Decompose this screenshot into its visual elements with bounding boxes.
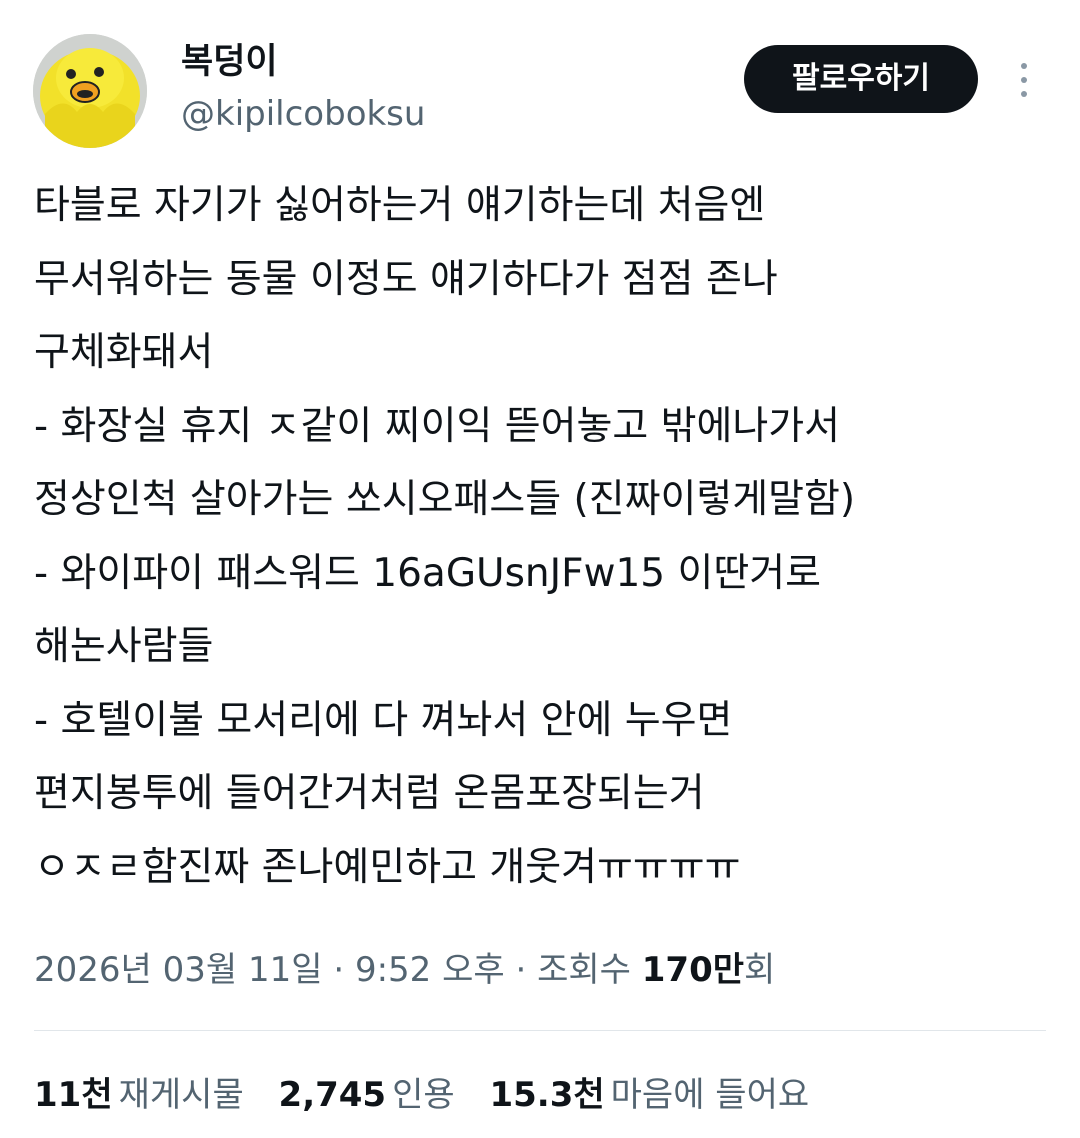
- likes-label: 마음에 들어요: [610, 1075, 810, 1115]
- more-icon-dot: [1021, 91, 1027, 97]
- likes-count: 15.3천: [489, 1075, 605, 1115]
- tweet-time[interactable]: 9:52 오후: [355, 950, 505, 990]
- more-icon[interactable]: [1004, 58, 1044, 102]
- tweet-text: 타블로 자기가 싫어하는거 얘기하는데 처음엔 무서워하는 동물 이정도 얘기하…: [34, 178, 1054, 913]
- follow-button[interactable]: 팔로우하기: [744, 45, 978, 113]
- retweets-count: 11천: [34, 1075, 113, 1115]
- tweet-text-line: 해논사람들: [34, 624, 214, 669]
- tweet-header: 복덩이 @kipilcoboksu 팔로우하기: [0, 0, 1080, 160]
- quotes-count: 2,745: [278, 1075, 387, 1115]
- tweet-text-line: ㅇㅈㄹ함진짜 존나예민하고 개웃겨ㅠㅠㅠㅠ: [34, 844, 741, 890]
- meta-separator: ·: [504, 950, 538, 990]
- meta-separator: ·: [322, 950, 355, 990]
- display-name[interactable]: 복덩이: [181, 40, 278, 84]
- views-label: 조회수: [537, 950, 642, 990]
- chick-avatar-icon: [33, 34, 147, 148]
- tweet-text-line: 편지봉투에 들어간거처럼 온몸포장되는거: [34, 771, 705, 816]
- retweets-label: 재게시물: [118, 1075, 244, 1115]
- tweet-text-line: 정상인척 살아가는 쏘시오패스들 (진짜이렇게말함): [34, 477, 856, 522]
- tweet-text-line: - 와이파이 패스워드 16aGUsnJFw15 이딴거로: [34, 550, 822, 596]
- avatar[interactable]: [33, 34, 147, 148]
- tweet-text-line: - 호텔이불 모서리에 다 껴놔서 안에 누우면: [34, 697, 733, 743]
- tweet-meta: 2026년 03월 11일 · 9:52 오후 · 조회수 170만회: [34, 945, 775, 995]
- tweet-text-line: 무서워하는 동물 이정도 얘기하다가 점점 존나: [34, 256, 778, 302]
- retweets-stat[interactable]: 11천 재게시물: [34, 1070, 244, 1120]
- tweet-text-line: - 화장실 휴지 ㅈ같이 찌이익 뜯어놓고 밖에나가서: [34, 403, 841, 449]
- tweet-text-line: 타블로 자기가 싫어하는거 얘기하는데 처음엔: [34, 183, 766, 228]
- views-count: 170만: [641, 950, 745, 990]
- tweet-stats: 11천 재게시물 2,745 인용 15.3천 마음에 들어요: [34, 1070, 833, 1120]
- user-handle[interactable]: @kipilcoboksu: [181, 92, 425, 136]
- quotes-label: 인용: [392, 1075, 455, 1115]
- quotes-stat[interactable]: 2,745 인용: [279, 1070, 455, 1120]
- views-suffix: 회: [744, 950, 776, 990]
- more-icon-dot: [1021, 77, 1027, 83]
- tweet-text-line: 구체화돼서: [34, 330, 214, 375]
- tweet-date[interactable]: 2026년 03월 11일: [34, 950, 323, 990]
- divider: [34, 1030, 1046, 1031]
- more-icon-dot: [1021, 63, 1027, 69]
- likes-stat[interactable]: 15.3천 마음에 들어요: [489, 1070, 809, 1120]
